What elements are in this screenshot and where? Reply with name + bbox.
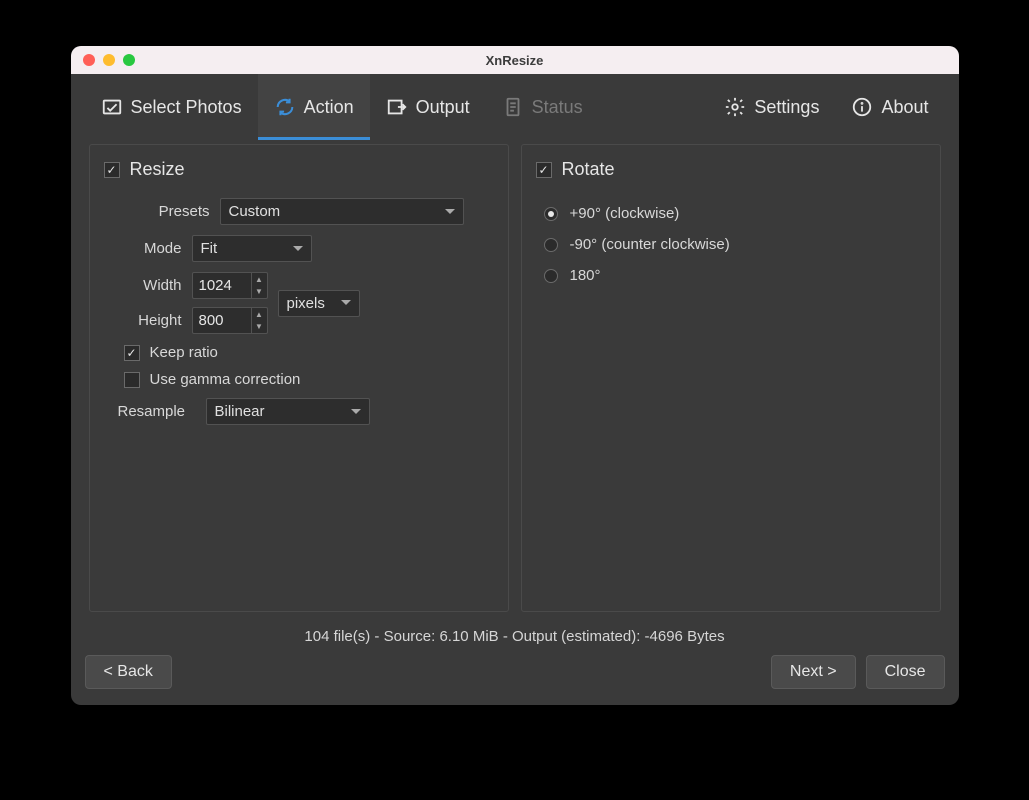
status-icon [502, 96, 524, 118]
rotate-panel: Rotate +90° (clockwise) -90° (counter cl… [521, 144, 941, 612]
titlebar: XnResize [71, 46, 959, 74]
resize-panel: Resize Presets Custom Mode Fit Width [89, 144, 509, 612]
width-step-up[interactable]: ▲ [252, 273, 267, 286]
rotate-option-label: +90° (clockwise) [570, 205, 680, 222]
tab-status[interactable]: Status [486, 74, 599, 140]
minimize-window-button[interactable] [103, 54, 115, 66]
output-icon [386, 96, 408, 118]
tab-about[interactable]: About [835, 74, 944, 140]
tab-label: Output [416, 97, 470, 118]
resize-enable-checkbox[interactable] [104, 162, 120, 178]
tab-select-photos[interactable]: Select Photos [85, 74, 258, 140]
width-input[interactable] [193, 273, 251, 298]
keep-ratio-label: Keep ratio [150, 344, 218, 361]
height-input[interactable] [193, 308, 251, 333]
rotate-enable-checkbox[interactable] [536, 162, 552, 178]
next-button[interactable]: Next > [771, 655, 856, 689]
tab-output[interactable]: Output [370, 74, 486, 140]
rotate-option-label: -90° (counter clockwise) [570, 236, 730, 253]
rotate-option-label: 180° [570, 267, 601, 284]
rotate-option-row[interactable]: -90° (counter clockwise) [536, 229, 926, 260]
unit-value: pixels [287, 295, 325, 312]
window-title: XnResize [71, 53, 959, 68]
tab-label: Status [532, 97, 583, 118]
tab-settings[interactable]: Settings [708, 74, 835, 140]
tab-label: Select Photos [131, 97, 242, 118]
resize-title: Resize [130, 159, 185, 180]
action-icon [274, 96, 296, 118]
mode-select[interactable]: Fit [192, 235, 312, 262]
rotate-option-row[interactable]: +90° (clockwise) [536, 198, 926, 229]
width-step-down[interactable]: ▼ [252, 286, 267, 299]
presets-label: Presets [132, 203, 210, 220]
maximize-window-button[interactable] [123, 54, 135, 66]
gamma-checkbox[interactable] [124, 372, 140, 388]
resample-select[interactable]: Bilinear [206, 398, 370, 425]
tab-label: Settings [754, 97, 819, 118]
width-spinbox[interactable]: ▲ ▼ [192, 272, 268, 299]
width-label: Width [118, 277, 182, 294]
rotate-radio-180[interactable] [544, 269, 558, 283]
back-button[interactable]: < Back [85, 655, 172, 689]
presets-select[interactable]: Custom [220, 198, 464, 225]
height-step-up[interactable]: ▲ [252, 308, 267, 321]
tab-label: About [881, 97, 928, 118]
rotate-radio-ccw90[interactable] [544, 238, 558, 252]
tab-label: Action [304, 97, 354, 118]
close-window-button[interactable] [83, 54, 95, 66]
resample-label: Resample [118, 403, 196, 420]
status-text: 104 file(s) - Source: 6.10 MiB - Output … [71, 620, 959, 655]
select-photos-icon [101, 96, 123, 118]
height-step-down[interactable]: ▼ [252, 321, 267, 334]
tab-action[interactable]: Action [258, 74, 370, 140]
resample-value: Bilinear [215, 403, 265, 420]
window-controls [71, 54, 135, 66]
rotate-radio-cw90[interactable] [544, 207, 558, 221]
rotate-title: Rotate [562, 159, 615, 180]
presets-value: Custom [229, 203, 281, 220]
info-icon [851, 96, 873, 118]
button-bar: < Back Next > Close [71, 655, 959, 705]
height-spinbox[interactable]: ▲ ▼ [192, 307, 268, 334]
close-button[interactable]: Close [866, 655, 945, 689]
gamma-label: Use gamma correction [150, 371, 301, 388]
height-label: Height [118, 312, 182, 329]
content-area: Resize Presets Custom Mode Fit Width [71, 140, 959, 620]
unit-select[interactable]: pixels [278, 290, 360, 317]
tab-bar: Select Photos Action Output Status Sett [71, 74, 959, 140]
gear-icon [724, 96, 746, 118]
app-window: XnResize Select Photos Action Output Sta… [71, 46, 959, 705]
keep-ratio-checkbox[interactable] [124, 345, 140, 361]
rotate-option-row[interactable]: 180° [536, 260, 926, 291]
mode-label: Mode [118, 240, 182, 257]
mode-value: Fit [201, 240, 218, 257]
